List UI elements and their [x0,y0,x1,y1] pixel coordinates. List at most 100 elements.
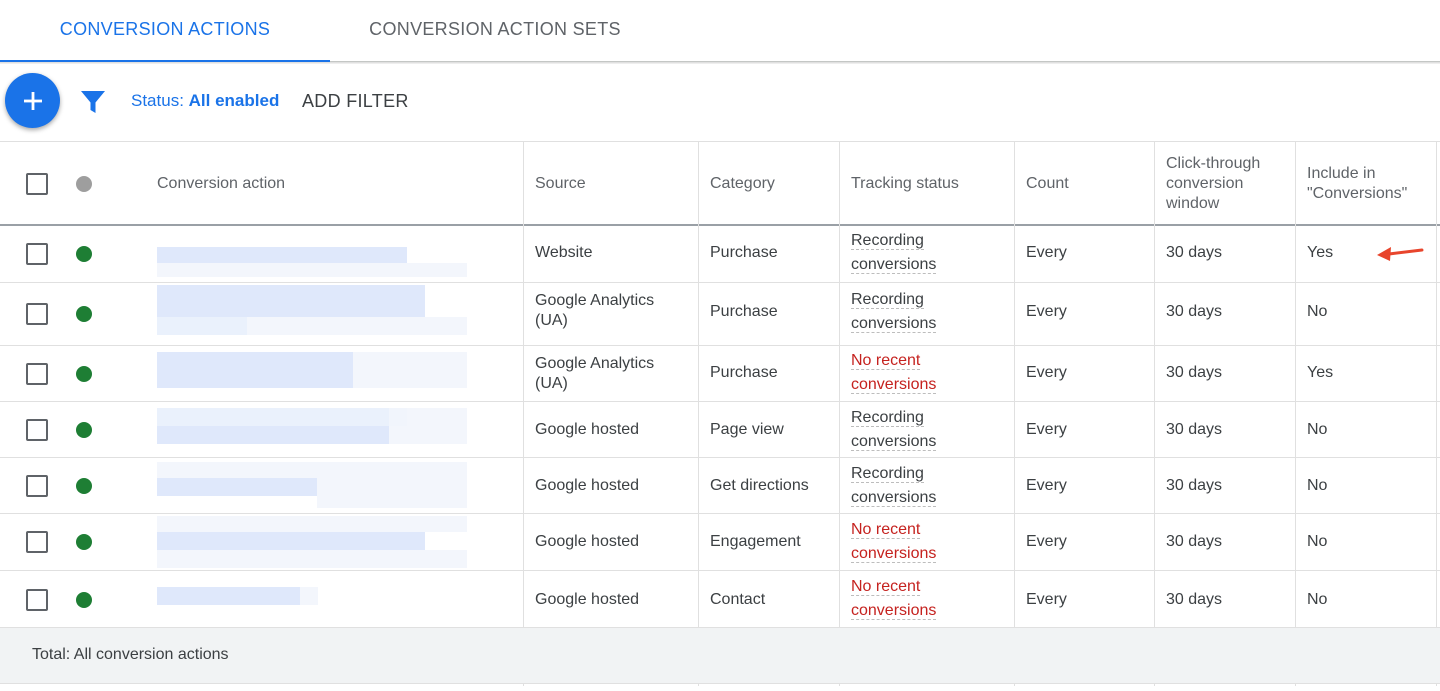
row-tracking-status[interactable]: Recording conversions [851,288,937,336]
tracking-line1: Recording [851,232,924,250]
row-category: Engagement [710,533,801,550]
header-include-in-conversions[interactable]: Include in "Conversions" [1307,164,1407,204]
table-row[interactable]: Google hosted Page view Recording conver… [0,402,1440,458]
row-category: Page view [710,421,784,438]
add-filter-button[interactable]: ADD FILTER [302,91,409,112]
tracking-line1: Recording [851,465,924,483]
filter-funnel-icon[interactable] [80,89,106,115]
tracking-line1: No recent [851,521,921,539]
row-source: Google hosted [535,421,640,438]
row-include: Yes [1307,244,1334,261]
tracking-line1: Recording [851,291,924,309]
header-click-through-window[interactable]: Click-through conversion window [1166,154,1260,214]
header-category[interactable]: Category [710,174,775,194]
enabled-status-dot [76,306,92,322]
tab-conversion-action-sets[interactable]: CONVERSION ACTION SETS [330,0,660,62]
row-source: Google hosted [535,591,640,608]
header-count[interactable]: Count [1026,174,1069,194]
enabled-status-dot [76,422,92,438]
table-header: Conversion action Source Category Tracki… [0,141,1440,226]
row-tracking-status[interactable]: No recent conversions [851,575,937,623]
row-category: Purchase [710,364,778,381]
tracking-line2: conversions [851,376,937,394]
tracking-line2: conversions [851,433,937,451]
row-include: No [1307,533,1328,550]
row-source: Google hosted [535,533,640,550]
row-source: Google Analytics (UA) [535,354,654,394]
row-window: 30 days [1166,533,1223,550]
header-click-through-line2: conversion [1166,175,1244,192]
select-all-checkbox[interactable] [26,173,48,195]
header-include-line1: Include in [1307,165,1376,182]
row-checkbox[interactable] [26,243,48,265]
row-window: 30 days [1166,421,1223,438]
source-line1: Google Analytics [535,355,655,372]
row-count: Every [1026,533,1067,550]
row-count: Every [1026,421,1067,438]
header-tracking-status[interactable]: Tracking status [851,174,959,194]
enabled-status-dot [76,246,92,262]
tracking-line1: No recent [851,352,921,370]
enabled-status-dot [76,478,92,494]
row-count: Every [1026,477,1067,494]
tab-bar-shadow [0,62,1440,64]
tracking-line2: conversions [851,602,937,620]
row-checkbox[interactable] [26,363,48,385]
table-row[interactable]: Google Analytics (UA) Purchase No recent… [0,346,1440,402]
header-conversion-action[interactable]: Conversion action [157,174,285,194]
row-window: 30 days [1166,477,1223,494]
row-include: No [1307,477,1328,494]
tab-conversion-actions[interactable]: CONVERSION ACTIONS [0,0,330,63]
row-checkbox[interactable] [26,589,48,611]
row-checkbox[interactable] [26,303,48,325]
source-line2: (UA) [535,312,568,329]
header-click-through-line1: Click-through [1166,155,1261,172]
header-source[interactable]: Source [535,174,586,194]
source-line1: Google Analytics [535,292,655,309]
row-tracking-status[interactable]: Recording conversions [851,406,937,454]
row-count: Every [1026,244,1067,261]
row-count: Every [1026,303,1067,320]
add-conversion-button[interactable] [5,73,60,128]
source-line2: (UA) [535,375,568,392]
tracking-line2: conversions [851,489,937,507]
row-tracking-status[interactable]: Recording conversions [851,462,937,510]
header-include-line2: "Conversions" [1307,185,1408,202]
row-include: No [1307,591,1328,608]
row-include: Yes [1307,364,1334,381]
row-checkbox[interactable] [26,531,48,553]
tracking-line2: conversions [851,315,937,333]
row-category: Contact [710,591,766,608]
row-checkbox[interactable] [26,475,48,497]
row-tracking-status[interactable]: Recording conversions [851,229,937,277]
status-filter-chip[interactable]: Status: All enabled [131,91,279,111]
row-checkbox[interactable] [26,419,48,441]
table-row[interactable]: Google hosted Get directions Recording c… [0,458,1440,514]
tab-bar: CONVERSION ACTIONS CONVERSION ACTION SET… [0,0,1440,63]
table-row[interactable]: Website Purchase Recording conversions E… [0,227,1440,283]
red-arrow-icon [1377,247,1424,261]
row-category: Get directions [710,477,809,494]
row-window: 30 days [1166,591,1223,608]
row-source: Website [535,244,593,261]
table-row[interactable]: Google hosted Engagement No recent conve… [0,514,1440,571]
enabled-status-dot [76,592,92,608]
tracking-line2: conversions [851,256,937,274]
status-filter-value: All enabled [188,91,280,110]
table-row[interactable]: Google Analytics (UA) Purchase Recording… [0,283,1440,346]
tracking-line2: conversions [851,545,937,563]
row-tracking-status[interactable]: No recent conversions [851,349,937,397]
row-window: 30 days [1166,244,1223,261]
row-tracking-status[interactable]: No recent conversions [851,518,937,566]
plus-icon [23,91,42,110]
row-window: 30 days [1166,364,1223,381]
row-source: Google Analytics (UA) [535,291,654,331]
row-include: No [1307,303,1328,320]
tracking-line1: Recording [851,409,924,427]
row-count: Every [1026,364,1067,381]
row-count: Every [1026,591,1067,608]
table-row[interactable]: Google hosted Contact No recent conversi… [0,571,1440,628]
enabled-status-dot [76,534,92,550]
status-filter-label: Status: [131,91,189,110]
status-header-dot [76,176,92,192]
